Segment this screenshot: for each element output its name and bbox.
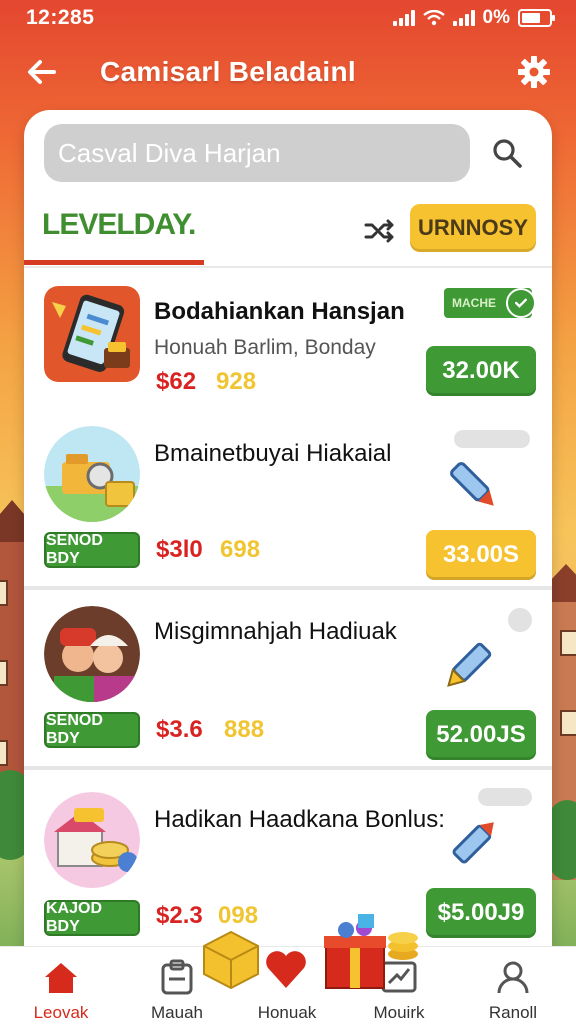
item-price: $3.6 [156, 716, 203, 743]
machine-thumbnail [44, 426, 140, 522]
nav-label: Mouirk [373, 1003, 425, 1022]
item-price: $62 [156, 368, 197, 395]
item-title: Misgimnahjah Hadiuak [154, 618, 397, 645]
nav-label: Leovak [33, 1003, 89, 1022]
nav-label: Honuak [257, 1003, 317, 1022]
signal-icon [392, 10, 415, 26]
pencil-icon[interactable] [442, 454, 506, 518]
item-tag: KAJOD BDY [44, 900, 140, 936]
item-toggle[interactable] [454, 430, 530, 448]
briefcase-icon [157, 957, 197, 997]
item-price-alt: 928 [216, 368, 257, 395]
nav-label: Mauah [151, 1003, 203, 1022]
item-price-alt: 888 [224, 716, 265, 743]
shuffle-icon[interactable] [362, 214, 396, 248]
item-price-alt: 698 [220, 536, 261, 563]
item-amount-button[interactable]: $5.00J9 [426, 888, 536, 938]
battery-percent: 0% [482, 7, 510, 28]
couple-thumbnail [44, 606, 140, 702]
item-price: $3l0 [156, 536, 203, 563]
status-badge-label: MACHE [452, 296, 496, 310]
nav-label: Ranoll [488, 1003, 538, 1022]
profile-icon [493, 957, 533, 997]
heart-gift-icon [262, 944, 310, 992]
list-item[interactable]: Bmainetbuyai Hiakaial SENOD BDY $3l0 698… [24, 412, 552, 590]
item-price: $2.3 [156, 902, 203, 929]
status-indicators: 0% [392, 7, 555, 29]
back-arrow-icon[interactable] [24, 54, 60, 90]
check-icon [506, 288, 536, 318]
signal-icon-secondary [452, 10, 475, 26]
pencil-icon[interactable] [442, 810, 506, 874]
item-title: Bodahiankan Hansjan [154, 298, 405, 325]
item-amount-button[interactable]: 32.00K [426, 346, 536, 396]
nav-item-profile[interactable]: Ranoll [458, 947, 568, 1024]
coin-stack-icon [386, 926, 420, 962]
gear-icon[interactable] [516, 54, 552, 90]
phone-app-thumbnail [44, 286, 140, 382]
status-badge: MACHE [444, 288, 536, 318]
nav-item-home[interactable]: Leovak [6, 947, 116, 1024]
status-bar: 12:285 0% [0, 0, 576, 36]
item-tag: SENOD BDY [44, 532, 140, 568]
status-time: 12:285 [26, 6, 95, 29]
item-title: Bmainetbuyai Hiakaial [154, 440, 392, 467]
section-tab-indicator [24, 260, 204, 265]
list-item[interactable]: Misgimnahjah Hadiuak SENOD BDY $3.6 888 … [24, 592, 552, 770]
item-toggle[interactable] [508, 608, 532, 632]
home-icon [41, 957, 81, 997]
item-amount-button[interactable]: 52.00JS [426, 710, 536, 760]
pencil-icon[interactable] [442, 628, 506, 692]
item-tag: SENOD BDY [44, 712, 140, 748]
gift-box-icon [322, 912, 388, 990]
main-card: Casval Diva Harjan LEVELDAY. URNNOSY Bod… [24, 110, 552, 950]
item-title: Hadikan Haadkana Bonlus: [154, 806, 445, 833]
battery-icon [518, 9, 555, 27]
shop-thumbnail [44, 792, 140, 888]
section-title: LEVELDAY. [42, 208, 196, 241]
search-icon[interactable] [490, 136, 524, 170]
list-divider [24, 766, 552, 770]
gold-block-icon [198, 926, 264, 992]
item-subtitle: Honuah Barlim, Bonday [154, 336, 376, 359]
item-toggle[interactable] [478, 788, 532, 806]
list-item[interactable]: Hadikan Haadkana Bonlus: KAJOD BDY $2.3 … [24, 772, 552, 950]
wifi-icon [422, 9, 445, 26]
app-bar: Camisarl Beladainl [0, 40, 576, 104]
search-input[interactable]: Casval Diva Harjan [44, 124, 470, 182]
level-action-button[interactable]: URNNOSY [410, 204, 536, 252]
item-amount-button[interactable]: 33.00S [426, 530, 536, 580]
page-title: Camisarl Beladainl [100, 56, 356, 87]
list-divider [24, 586, 552, 590]
